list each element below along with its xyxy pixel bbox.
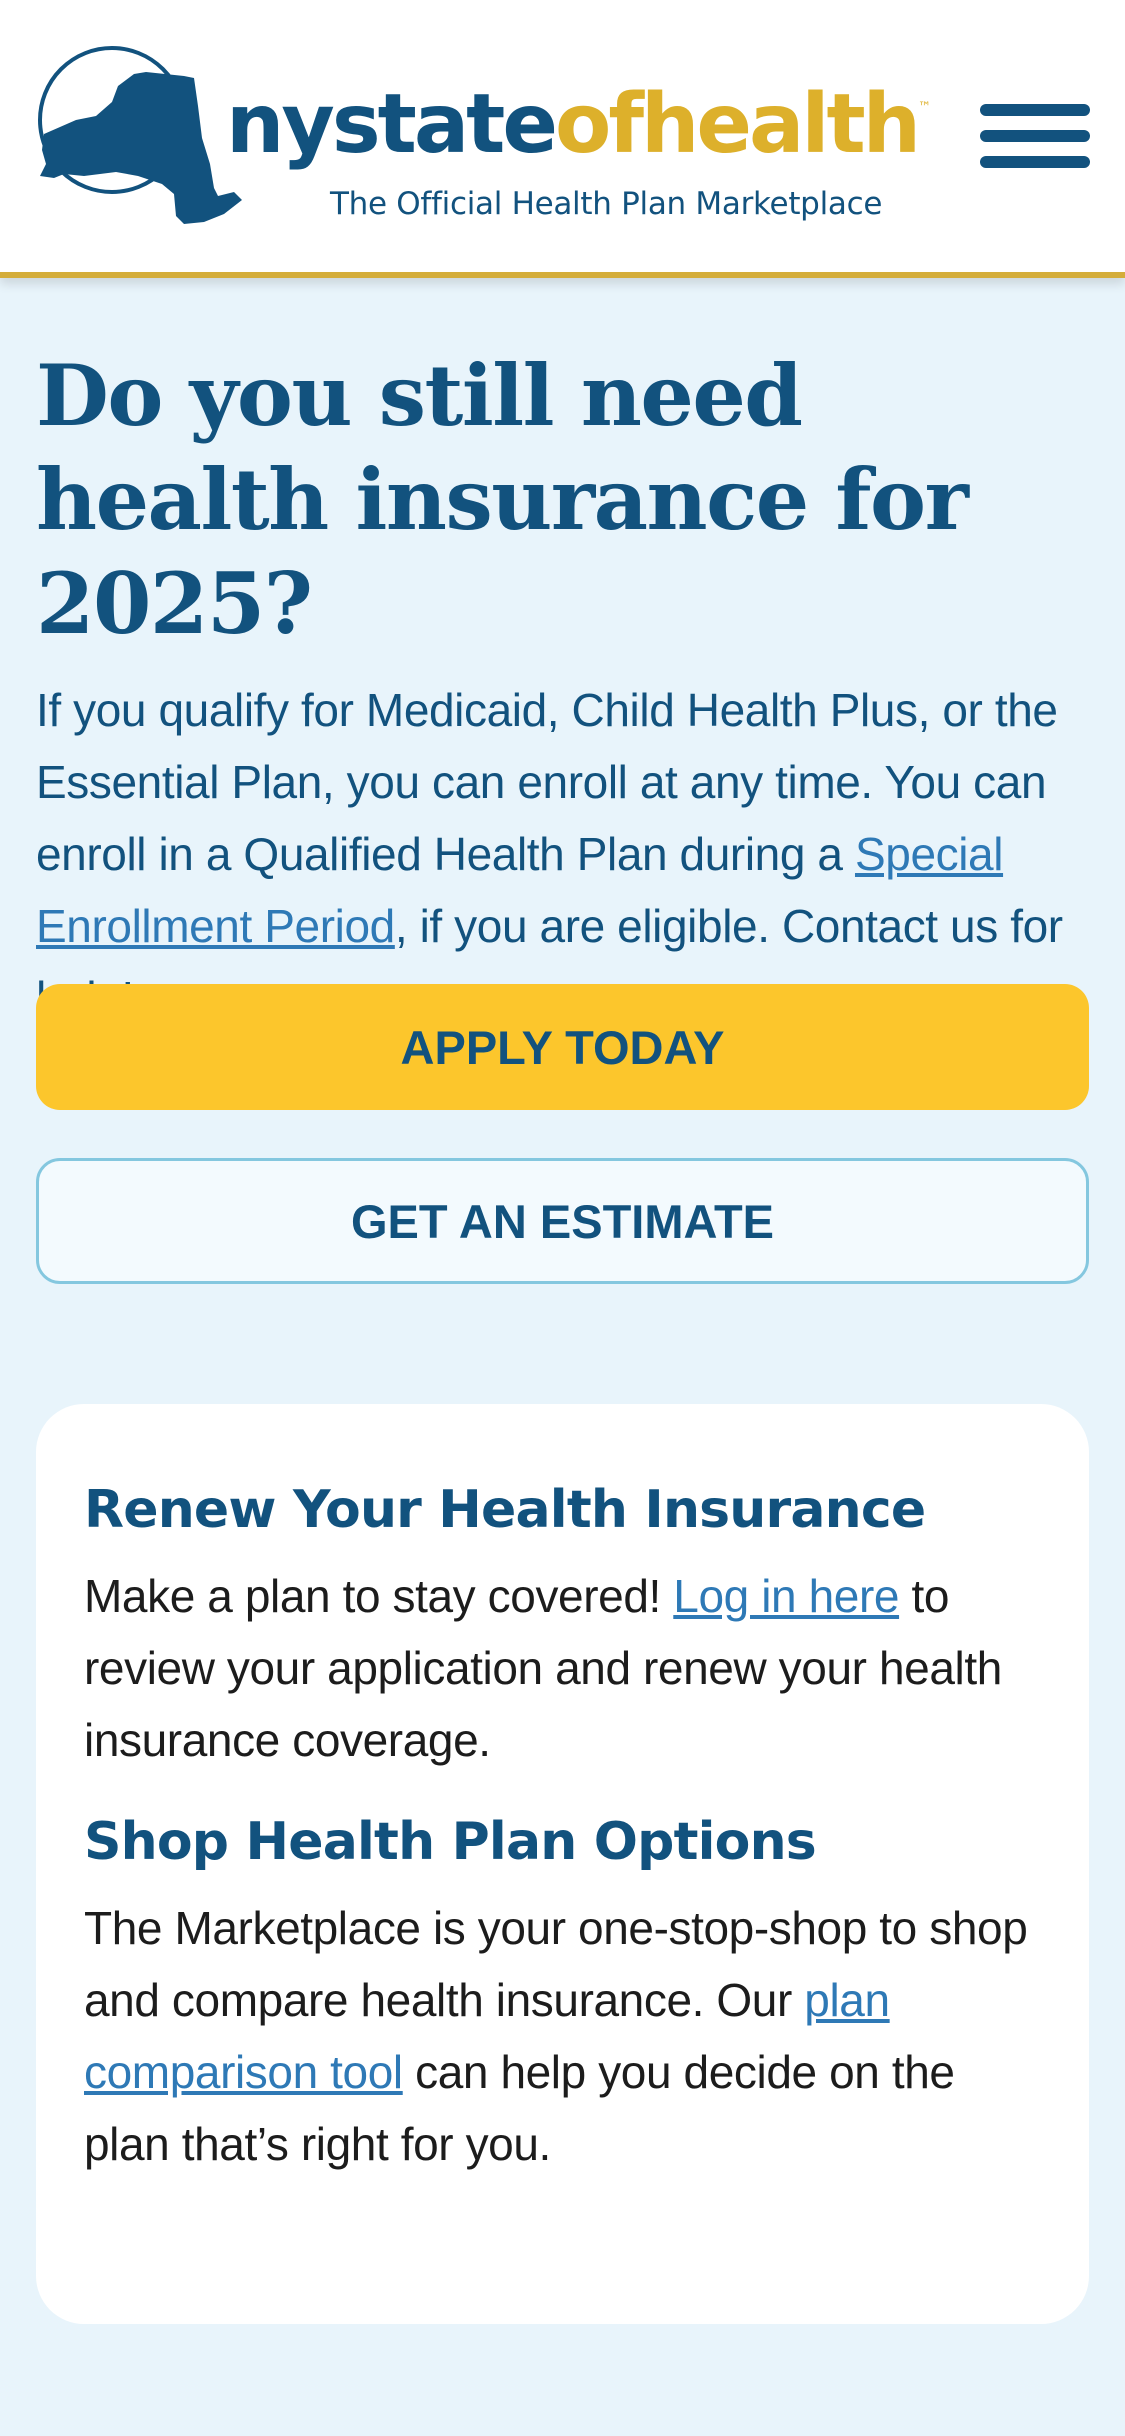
site-header: nystateofhealth ™ The Official Health Pl… [0, 0, 1125, 278]
site-wordmark[interactable]: nystateofhealth [226, 84, 921, 166]
apply-today-button[interactable]: APPLY TODAY [36, 984, 1089, 1110]
hero-section: Do you still need health insurance for 2… [36, 344, 1089, 1034]
shop-description: The Marketplace is your one-stop-shop to… [84, 1892, 1041, 2180]
ny-state-map-logo-icon[interactable] [34, 46, 249, 228]
wordmark-ny: ny [226, 77, 335, 172]
hero-title: Do you still need health insurance for 2… [36, 346, 969, 653]
trademark-symbol: ™ [918, 100, 931, 115]
menu-bar-top [980, 104, 1090, 116]
shop-heading: Shop Health Plan Options [84, 1812, 817, 1872]
renew-description: Make a plan to stay covered! Log in here… [84, 1560, 1041, 1776]
get-an-estimate-button[interactable]: GET AN ESTIMATE [36, 1158, 1089, 1284]
wordmark-state: state [331, 77, 558, 172]
renew-heading: Renew Your Health Insurance [84, 1480, 926, 1540]
wordmark-of-health: ofhealth [555, 77, 921, 172]
menu-bar-bottom [980, 156, 1090, 168]
site-tagline: The Official Health Plan Marketplace [330, 186, 883, 222]
hero-description: If you qualify for Medicaid, Child Healt… [36, 674, 1089, 1034]
info-card: Renew Your Health Insurance Make a plan … [36, 1404, 1089, 2324]
renew-text-part-1: Make a plan to stay covered! [84, 1570, 674, 1622]
log-in-here-link[interactable]: Log in here [673, 1570, 899, 1622]
menu-bar-middle [980, 130, 1090, 142]
hamburger-menu-icon[interactable] [980, 104, 1090, 168]
